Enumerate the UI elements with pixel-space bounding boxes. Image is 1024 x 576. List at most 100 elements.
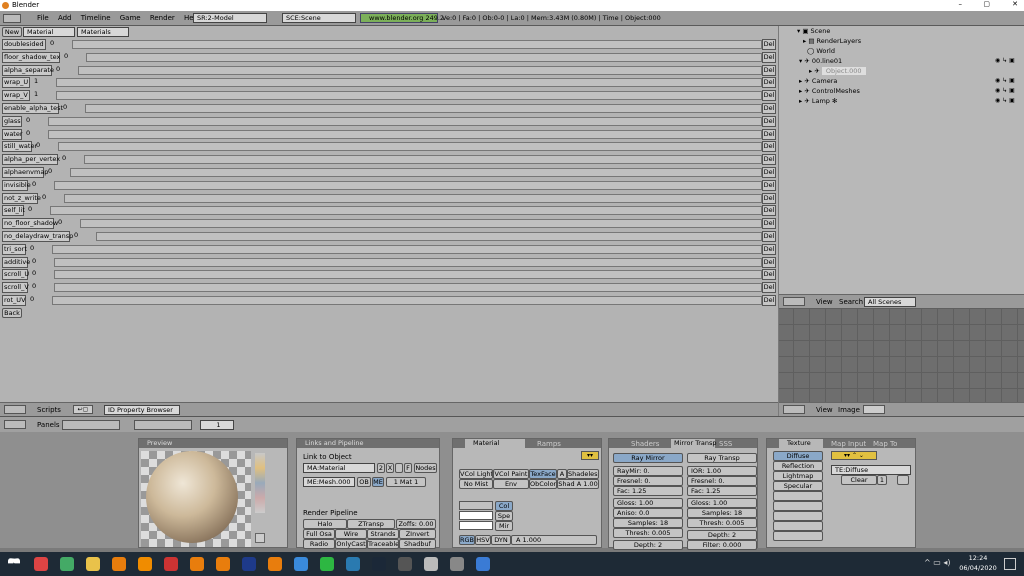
delete-button[interactable]: Del <box>762 141 776 153</box>
property-value-field[interactable] <box>52 296 762 305</box>
tab-texture[interactable]: Texture <box>779 439 823 448</box>
property-value-field[interactable] <box>56 91 762 101</box>
property-name[interactable]: alpha_separate <box>2 64 54 76</box>
property-value[interactable]: 0 <box>33 141 40 152</box>
property-name[interactable]: not_z_write <box>2 192 41 204</box>
notification-icon[interactable] <box>1004 558 1016 570</box>
property-value[interactable]: 0 <box>23 116 30 127</box>
start-icon[interactable] <box>8 558 20 564</box>
fullosa-toggle[interactable]: Full Osa <box>303 529 335 539</box>
blender-icon[interactable] <box>112 557 126 571</box>
texface-toggle[interactable]: TexFace <box>529 469 557 479</box>
property-value-field[interactable] <box>54 270 762 280</box>
property-name[interactable]: no_floor_shadow <box>2 218 58 230</box>
spe-swatch[interactable] <box>459 511 493 520</box>
property-value[interactable]: 0 <box>55 218 62 229</box>
property-name[interactable]: tri_sort <box>2 243 27 255</box>
search-menu[interactable]: Search <box>839 298 863 306</box>
delete-button[interactable]: Del <box>762 256 776 268</box>
visibility-icons[interactable]: ◉ ↳ ▣ <box>995 56 1015 66</box>
delete-button[interactable]: Del <box>762 269 776 281</box>
samples-transp-field[interactable]: Samples: 18 <box>687 508 757 518</box>
delete-button[interactable]: Del <box>762 218 776 230</box>
tab-material[interactable]: Material <box>465 439 525 448</box>
delete-button[interactable]: Del <box>762 243 776 255</box>
type-select[interactable]: Material <box>23 27 75 37</box>
folder-icon[interactable] <box>86 557 100 571</box>
thresh-transp-field[interactable]: Thresh: 0.005 <box>687 518 757 528</box>
property-value-field[interactable] <box>64 193 762 203</box>
channel-reflection[interactable]: Reflection <box>773 461 823 471</box>
property-name[interactable]: alphaenvmap <box>2 167 48 178</box>
tab-map-to[interactable]: Map To <box>873 440 897 448</box>
app-icon[interactable] <box>476 557 490 571</box>
editor-type-icon[interactable] <box>783 405 805 414</box>
vlc-icon[interactable] <box>138 557 152 571</box>
vcollight-toggle[interactable]: VCol Light <box>459 469 493 479</box>
fake-user-icon[interactable] <box>395 463 403 473</box>
texture-name-field[interactable]: TE:Diffuse <box>831 465 911 475</box>
aniso-slider[interactable]: Aniso: 0.0 <box>613 508 683 518</box>
close-button[interactable]: ✕ <box>1012 0 1018 8</box>
subcontext-tabs[interactable] <box>134 420 192 430</box>
property-value[interactable]: 0 <box>47 39 54 50</box>
tray-icons[interactable]: ^ ▭ ◂) <box>924 558 950 567</box>
app-icon[interactable] <box>398 557 412 571</box>
photoshop-icon[interactable] <box>242 557 256 571</box>
users-count[interactable]: 2 <box>377 463 385 473</box>
property-name[interactable]: scroll_V <box>2 282 29 294</box>
material-name-field[interactable]: MA:Material <box>303 463 375 473</box>
fresnel-slider[interactable]: Fresnel: 0. <box>613 476 683 486</box>
property-value-field[interactable] <box>56 78 762 88</box>
property-name[interactable]: no_delaydraw_transp <box>2 231 73 242</box>
outliner-line01[interactable]: ▾ ✈ 00.line01 <box>799 56 842 66</box>
scripts-menu[interactable]: Scripts <box>37 406 61 414</box>
property-value-field[interactable] <box>48 129 762 139</box>
menu-add[interactable]: Add <box>58 14 72 22</box>
onlycast-toggle[interactable]: OnlyCast <box>335 539 367 549</box>
env-toggle[interactable]: Env <box>493 479 529 489</box>
delete-button[interactable]: Del <box>762 39 776 50</box>
visibility-icons[interactable]: ◉ ↳ ▣ <box>995 96 1015 106</box>
outliner-camera[interactable]: ▸ ✈ Camera <box>799 76 837 86</box>
property-value[interactable]: 0 <box>25 205 32 216</box>
delete-button[interactable]: Del <box>762 64 776 76</box>
app-icon[interactable] <box>294 557 308 571</box>
ray-transp-toggle[interactable]: Ray Transp <box>687 453 757 463</box>
clear-button[interactable]: Clear <box>841 475 877 485</box>
gloss-transp-slider[interactable]: Gloss: 1.00 <box>687 498 757 508</box>
property-value-field[interactable] <box>96 232 762 241</box>
shadeless-toggle[interactable]: Shadeless <box>567 469 599 479</box>
view-menu[interactable]: View <box>816 298 833 306</box>
property-value-field[interactable] <box>70 168 762 177</box>
dyn-toggle[interactable]: DYN <box>491 535 511 545</box>
delete-button[interactable]: Del <box>762 103 776 114</box>
material-index[interactable]: 1 Mat 1 <box>386 477 426 487</box>
editor-type-icon[interactable] <box>783 297 805 306</box>
channel-empty[interactable] <box>773 511 823 521</box>
image-menu[interactable]: Image <box>838 406 860 414</box>
tab-ramps[interactable]: Ramps <box>537 440 561 448</box>
shad-a-field[interactable]: Shad A 1.00 <box>557 479 599 489</box>
ray-mirror-toggle[interactable]: Ray Mirror <box>613 453 683 463</box>
steam-icon[interactable] <box>372 557 386 571</box>
clock-time[interactable]: 12:24 <box>958 554 998 562</box>
back-button[interactable]: Back <box>2 308 22 318</box>
editor-type-icon[interactable] <box>4 405 26 414</box>
visibility-icons[interactable]: ◉ ↳ ▣ <box>995 86 1015 96</box>
channel-empty[interactable] <box>773 531 823 541</box>
property-value-field[interactable] <box>52 244 762 254</box>
channel-lightmap[interactable]: Lightmap <box>773 471 823 481</box>
blender-icon[interactable] <box>216 557 230 571</box>
property-value-field[interactable] <box>84 155 762 165</box>
nomist-toggle[interactable]: No Mist <box>459 479 493 489</box>
delete-button[interactable]: Del <box>762 115 776 127</box>
delete-button[interactable]: Del <box>762 282 776 294</box>
delete-button[interactable]: Del <box>762 167 776 178</box>
outliner-controlmeshes[interactable]: ▸ ✈ ControlMeshes <box>799 86 860 96</box>
traceable-toggle[interactable]: Traceable <box>367 539 399 549</box>
whatsapp-icon[interactable] <box>320 557 334 571</box>
editor-type-icon[interactable] <box>4 420 26 429</box>
property-value[interactable]: 0 <box>45 167 52 178</box>
property-value-field[interactable] <box>48 116 762 126</box>
